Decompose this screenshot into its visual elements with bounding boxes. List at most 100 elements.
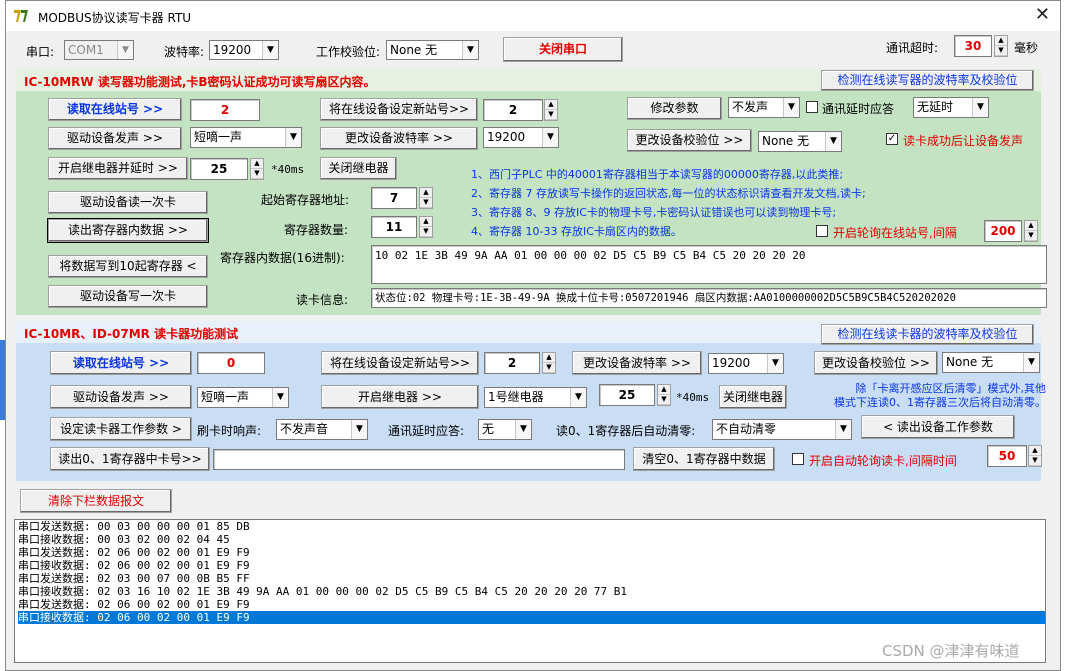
close-relay-button[interactable]: 关闭继电器: [320, 157, 397, 180]
log-line[interactable]: 串口接收数据: 02 06 00 02 00 01 E9 F9: [18, 559, 1045, 572]
log-line-selected[interactable]: 串口接收数据: 02 06 00 02 00 01 E9 F9: [18, 611, 1045, 624]
reg-count-spinner[interactable]: ▲ ▼: [419, 216, 433, 238]
autoclear-select[interactable]: 不自动清零 ▼: [712, 419, 852, 440]
spin-down-icon[interactable]: ▼: [1029, 456, 1041, 466]
spin-down-icon[interactable]: ▼: [420, 227, 432, 237]
swipe-sound-label: 刷卡时响声:: [197, 424, 262, 438]
log-line[interactable]: 串口发送数据: 00 03 00 00 00 01 85 DB: [18, 520, 1045, 533]
read-card-number-button[interactable]: 读出0、1寄存器中卡号>>: [50, 447, 210, 471]
card-number-field[interactable]: [213, 449, 625, 470]
set-station-button[interactable]: 将在线设备设定新站号>>: [320, 98, 478, 121]
detect-writer-button[interactable]: 检测在线读写器的波特率及校验位: [821, 70, 1034, 91]
spin-down-icon[interactable]: ▼: [658, 395, 670, 405]
delay-select[interactable]: 无延时 ▼: [913, 97, 989, 118]
spin-up-icon[interactable]: ▲: [995, 36, 1007, 46]
relay-number-select[interactable]: 1号继电器 ▼: [484, 387, 587, 408]
close-port-button[interactable]: 关闭串口: [503, 37, 623, 62]
spin-up-icon[interactable]: ▲: [1029, 446, 1041, 456]
close-icon[interactable]: ✕: [1035, 4, 1050, 25]
writer-baud-select[interactable]: 19200 ▼: [483, 127, 559, 148]
log-line[interactable]: 串口接收数据: 00 03 02 00 02 04 45: [18, 533, 1045, 546]
parity-select[interactable]: None 无 ▼: [386, 40, 479, 60]
spin-up-icon[interactable]: ▲: [420, 188, 432, 198]
reader-set-station-button[interactable]: 将在线设备设定新站号>>: [321, 351, 479, 375]
reg-count-input[interactable]: 11: [371, 216, 417, 238]
auto-poll-spinner[interactable]: ▲ ▼: [1028, 445, 1042, 467]
new-station-input[interactable]: 2: [483, 99, 543, 121]
read-once-button[interactable]: 驱动设备读一次卡: [48, 191, 208, 214]
relay-delay-input[interactable]: 25: [190, 158, 248, 180]
log-line[interactable]: 串口发送数据: 02 06 00 02 00 01 E9 F9: [18, 546, 1045, 559]
spin-up-icon[interactable]: ▲: [543, 353, 555, 363]
reader-beep-select[interactable]: 短嘀一声 ▼: [197, 387, 289, 408]
reader-close-relay-button[interactable]: 关闭继电器: [719, 385, 787, 409]
reader-parity-select[interactable]: None 无 ▼: [942, 352, 1040, 373]
delay-checkbox[interactable]: [806, 101, 818, 113]
timeout-label: 通讯超时:: [886, 41, 939, 55]
set-reader-params-button[interactable]: 设定读卡器工作参数 >: [50, 417, 192, 441]
reader-relay-delay-input[interactable]: 25: [599, 384, 655, 406]
spin-down-icon[interactable]: ▼: [420, 198, 432, 208]
baud-select[interactable]: 19200 ▼: [209, 40, 279, 60]
reader-read-station-button[interactable]: 读取在线站号 >>: [50, 351, 192, 375]
start-reg-input[interactable]: 7: [371, 187, 417, 209]
reader-change-baud-button[interactable]: 更改设备波特率 >>: [572, 351, 702, 375]
port-select[interactable]: COM1 ▼: [64, 40, 134, 60]
read-reader-params-button[interactable]: < 读出设备工作参数: [861, 415, 1015, 439]
start-reg-spinner[interactable]: ▲ ▼: [419, 187, 433, 209]
clear-log-button[interactable]: 清除下栏数据报文: [20, 489, 172, 513]
new-station-spinner[interactable]: ▲ ▼: [544, 99, 558, 121]
auto-poll-checkbox[interactable]: [792, 453, 804, 465]
reader-drive-sound-button[interactable]: 驱动设备发声 >>: [50, 385, 192, 409]
read-regs-button[interactable]: 读出寄存器内数据 >>: [47, 218, 209, 243]
card-info-field[interactable]: 状态位:02 物理卡号:1E-3B-49-9A 换成十位卡号:050720194…: [371, 288, 1047, 308]
write-regs-button[interactable]: 将数据写到10起寄存器 <: [48, 255, 208, 278]
timeout-spinner[interactable]: ▲ ▼: [994, 35, 1008, 57]
station-value-field[interactable]: 2: [190, 99, 260, 121]
reader-change-parity-button[interactable]: 更改设备校验位 >>: [814, 351, 938, 375]
spin-down-icon[interactable]: ▼: [251, 169, 263, 179]
detect-reader-button[interactable]: 检测在线读卡器的波特率及校验位: [821, 324, 1034, 345]
log-line[interactable]: 串口发送数据: 02 03 00 07 00 0B B5 FF: [18, 572, 1045, 585]
spin-up-icon[interactable]: ▲: [420, 217, 432, 227]
poll-interval-input[interactable]: 200: [984, 220, 1022, 242]
relay-delay-spinner[interactable]: ▲ ▼: [250, 158, 264, 180]
read-success-checkbox[interactable]: ✓: [886, 133, 898, 145]
relay-delay-button[interactable]: 开启继电器并延时 >>: [48, 157, 188, 180]
swipe-sound-select[interactable]: 不发声音 ▼: [276, 419, 368, 440]
spin-up-icon[interactable]: ▲: [1025, 221, 1037, 231]
reader-relay-delay-spinner[interactable]: ▲ ▼: [657, 384, 671, 406]
spin-down-icon[interactable]: ▼: [545, 110, 557, 120]
writer-parity-select[interactable]: None 无 ▼: [758, 131, 842, 152]
reader-delay-select[interactable]: 无 ▼: [478, 419, 532, 440]
reader-new-station-spinner[interactable]: ▲ ▼: [542, 352, 556, 374]
spin-up-icon[interactable]: ▲: [545, 100, 557, 110]
change-baud-label: 更改设备波特率 >>: [345, 131, 453, 145]
parity-label: 工作校验位:: [316, 45, 381, 59]
clear-regs-button[interactable]: 清空0、1寄存器中数据: [633, 447, 775, 471]
log-line[interactable]: 串口发送数据: 02 06 00 02 00 01 E9 F9: [18, 598, 1045, 611]
drive-sound-button[interactable]: 驱动设备发声 >>: [48, 127, 182, 150]
modify-params-button[interactable]: 修改参数: [627, 97, 722, 120]
spin-up-icon[interactable]: ▲: [251, 159, 263, 169]
reader-station-field[interactable]: 0: [197, 352, 265, 374]
spin-down-icon[interactable]: ▼: [1025, 231, 1037, 241]
poll-interval-spinner[interactable]: ▲ ▼: [1024, 220, 1038, 242]
spin-up-icon[interactable]: ▲: [658, 385, 670, 395]
reg-data-field[interactable]: 10 02 1E 3B 49 9A AA 01 00 00 00 02 D5 C…: [371, 245, 1047, 284]
beep-select[interactable]: 短嘀一声 ▼: [190, 127, 302, 148]
change-baud-button[interactable]: 更改设备波特率 >>: [320, 127, 478, 150]
reader-new-station-input[interactable]: 2: [484, 352, 540, 374]
timeout-input[interactable]: 30: [954, 35, 992, 57]
poll-checkbox[interactable]: [816, 225, 828, 237]
reader-baud-select[interactable]: 19200 ▼: [708, 353, 784, 374]
reader-relay-button[interactable]: 开启继电器 >>: [321, 385, 479, 409]
read-station-button[interactable]: 读取在线站号 >>: [48, 98, 182, 121]
spin-down-icon[interactable]: ▼: [995, 46, 1007, 56]
auto-poll-input[interactable]: 50: [987, 445, 1027, 467]
spin-down-icon[interactable]: ▼: [543, 363, 555, 373]
write-once-button[interactable]: 驱动设备写一次卡: [48, 285, 208, 308]
log-line[interactable]: 串口接收数据: 02 03 16 10 02 1E 3B 49 9A AA 01…: [18, 585, 1045, 598]
sound-select[interactable]: 不发声 ▼: [728, 97, 800, 118]
change-parity-button[interactable]: 更改设备校验位 >>: [627, 129, 752, 152]
